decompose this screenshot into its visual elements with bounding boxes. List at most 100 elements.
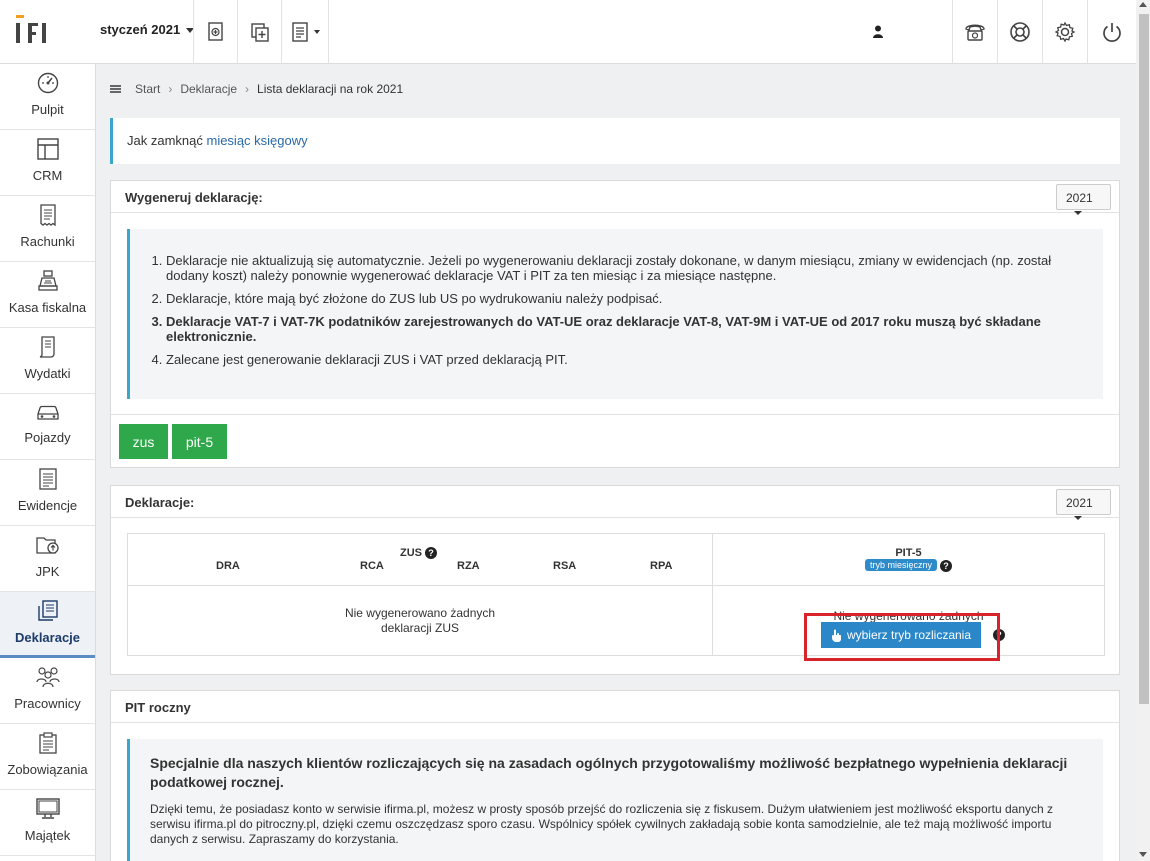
close-month-link[interactable]: miesiąc księgowy <box>206 133 307 148</box>
ifirma-logo[interactable] <box>12 14 52 50</box>
generate-zus-button[interactable]: zus <box>119 424 168 459</box>
chevron-right-icon: › <box>245 82 250 96</box>
sidebar-item-label: Rachunki <box>20 234 75 249</box>
breadcrumb-deklaracje[interactable]: Deklaracje <box>180 82 237 96</box>
invoice-icon <box>39 204 56 226</box>
zus-column-rpa: RPA <box>650 560 673 572</box>
panel-header: Wygeneruj deklarację: 2021 <box>111 181 1119 215</box>
zus-column-rsa: RSA <box>553 560 577 572</box>
sidebar-item-pojazdy[interactable]: Pojazdy <box>0 394 95 460</box>
duplicate-button[interactable] <box>237 0 281 64</box>
note-item: Deklaracje nie aktualizują się automatyc… <box>166 253 1073 283</box>
records-icon <box>38 468 57 490</box>
sidebar-item-ewidencje[interactable]: Ewidencje <box>0 460 95 526</box>
zus-title: ZUS? <box>400 547 437 560</box>
obligations-icon <box>38 732 57 754</box>
sidebar-item-kasa-fiskalna[interactable]: Kasa fiskalna <box>0 262 95 328</box>
zus-empty-cell: Nie wygenerowano żadnych deklaracji ZUS <box>127 585 713 656</box>
user-account[interactable] <box>872 25 884 41</box>
yearly-pit-lead: Specjalnie dla naszych klientów rozlicza… <box>150 755 1068 790</box>
year-dropdown[interactable]: 2021 <box>1056 489 1111 520</box>
sidebar-item-majatek[interactable]: Majątek <box>0 790 95 856</box>
chevron-down-icon <box>313 30 320 34</box>
jpk-folder-icon <box>35 537 59 554</box>
help-question-icon[interactable]: ? <box>940 559 952 572</box>
sidebar-item-label: Wydatki <box>24 366 71 381</box>
sidebar-item-label: Pracownicy <box>14 696 81 711</box>
monthly-mode-badge: tryb miesięczny <box>864 559 937 572</box>
phone-icon <box>965 24 985 41</box>
document-list-dropdown[interactable] <box>281 0 329 64</box>
year-value: 2021 <box>1066 496 1093 510</box>
sidebar-item-label: Ewidencje <box>17 498 78 513</box>
yearly-pit-body: Dzięki temu, że posiadasz konto w serwis… <box>150 802 1053 846</box>
dashboard-icon <box>37 72 58 94</box>
sidebar-item-zobowiazania[interactable]: Zobowiązania <box>0 724 95 790</box>
yearly-pit-panel: PIT roczny Specjalnie dla naszych klient… <box>110 690 1120 861</box>
user-icon <box>873 25 883 38</box>
phone-button[interactable] <box>952 0 997 64</box>
zus-column-rza: RZA <box>457 560 480 572</box>
note-item: Deklaracje VAT-7 i VAT-7K podatników zar… <box>166 314 1073 344</box>
sidebar-item-label: Zobowiązania <box>7 762 88 777</box>
sidebar-item-wydatki[interactable]: Wydatki <box>0 328 95 394</box>
zus-empty-text: deklaracji ZUS <box>380 620 460 635</box>
menu-toggle-icon[interactable] <box>110 85 121 93</box>
year-dropdown[interactable]: 2021 <box>1056 184 1111 215</box>
sidebar-item-label: Majątek <box>24 828 71 843</box>
chevron-right-icon: › <box>168 82 173 96</box>
help-lifebuoy-icon <box>1010 22 1030 42</box>
sidebar-item-pracownicy[interactable]: Pracownicy <box>0 658 95 724</box>
sidebar-item-crm[interactable]: CRM <box>0 130 95 196</box>
scrollbar-thumb[interactable] <box>1139 14 1149 704</box>
year-value: 2021 <box>1066 191 1093 205</box>
info-text: Jak zamknąć <box>127 133 207 148</box>
expenses-icon <box>39 336 55 358</box>
panel-title: PIT roczny <box>125 700 191 715</box>
sidebar-item-pulpit[interactable]: Pulpit <box>0 64 95 130</box>
month-label: styczeń 2021 <box>100 22 181 37</box>
help-question-icon[interactable]: ? <box>425 547 437 560</box>
scroll-up-arrow-icon[interactable] <box>1139 2 1147 7</box>
generate-pit5-button[interactable]: pit-5 <box>172 424 227 459</box>
employees-icon <box>35 667 60 688</box>
zus-column-dra: DRA <box>216 560 240 572</box>
sidebar-item-label: Pojazdy <box>24 430 71 445</box>
cash-register-icon <box>37 270 58 291</box>
help-button[interactable] <box>997 0 1042 64</box>
sidebar-item-jpk[interactable]: JPK <box>0 526 95 592</box>
power-icon <box>1103 23 1121 42</box>
generate-declaration-panel: Wygeneruj deklarację: 2021 Deklaracje ni… <box>110 180 1120 468</box>
sidebar-item-deklaracje[interactable]: Deklaracje <box>0 592 95 658</box>
note-item: Deklaracje, które mają być złożone do ZU… <box>166 291 1073 306</box>
top-bar: styczeń 2021 <box>0 0 1136 64</box>
chevron-down-icon <box>1074 210 1082 215</box>
declarations-icon <box>37 600 58 621</box>
panel-header: Deklaracje: 2021 <box>111 486 1119 520</box>
month-selector[interactable]: styczeń 2021 <box>100 22 195 37</box>
document-list-icon <box>291 22 308 42</box>
sidebar-item-rachunki[interactable]: Rachunki <box>0 196 95 262</box>
panel-title: Wygeneruj deklarację: <box>125 190 263 205</box>
pit5-title: PIT-5 <box>895 547 922 560</box>
breadcrumb-current: Lista deklaracji na rok 2021 <box>257 82 404 96</box>
add-document-button[interactable] <box>193 0 237 64</box>
logout-button[interactable] <box>1087 0 1136 64</box>
sidebar-item-label: CRM <box>32 168 63 183</box>
chevron-down-icon <box>1074 515 1082 520</box>
yearly-pit-notes: Specjalnie dla naszych klientów rozlicza… <box>127 739 1103 861</box>
breadcrumb-start[interactable]: Start <box>135 82 160 96</box>
zus-header: ZUS? DRA RCA RZA RSA RPA <box>127 533 713 586</box>
settings-gear-icon <box>1054 21 1076 43</box>
scroll-down-arrow-icon[interactable] <box>1139 852 1147 857</box>
settings-button[interactable] <box>1042 0 1087 64</box>
sidebar-item-label: Pulpit <box>31 102 64 117</box>
assets-monitor-icon <box>35 798 60 819</box>
car-icon <box>36 405 59 420</box>
sidebar: Pulpit CRM Rachunki Kasa fiskalna Wydatk… <box>0 64 96 861</box>
panel-header: PIT roczny <box>111 691 1119 723</box>
highlight-frame <box>804 613 1000 661</box>
duplicate-icon <box>250 23 269 42</box>
panel-title: Deklaracje: <box>125 495 195 510</box>
zus-column-rca: RCA <box>360 560 384 572</box>
